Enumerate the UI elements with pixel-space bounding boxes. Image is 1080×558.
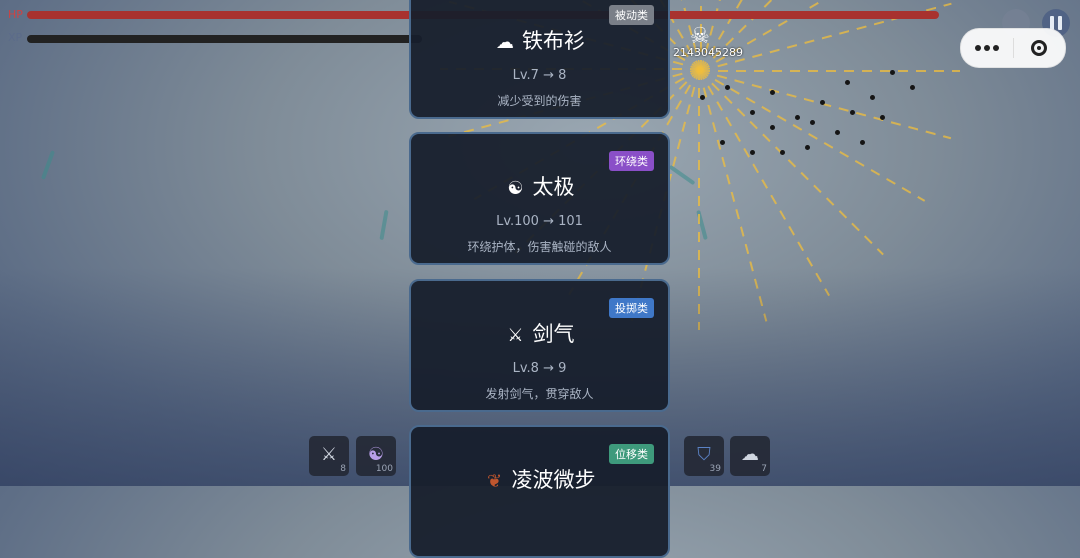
card-description: 发射剑气，贯穿敌人 xyxy=(485,387,594,401)
yin-yang-icon: ☯ xyxy=(367,444,385,465)
card-category-tag: 被动类 xyxy=(609,5,654,25)
skill-level: 7 xyxy=(761,464,767,474)
card-title: ☯ 太极 xyxy=(411,171,668,201)
target-circle-icon xyxy=(1031,40,1048,56)
cloud-icon: ☁ xyxy=(496,32,514,53)
skill-slot[interactable]: ⛉ 39 xyxy=(684,436,724,476)
damage-number: 2143045289 xyxy=(673,46,743,59)
card-level: Lv.7 → 8 xyxy=(512,68,567,83)
card-category-tag: 投掷类 xyxy=(609,298,654,318)
card-title: ☁ 铁布衫 xyxy=(496,29,585,53)
card-title: ❦ 凌波微步 xyxy=(411,464,668,494)
card-level: Lv.8 → 9 xyxy=(512,361,567,376)
yin-yang-icon: ☯ xyxy=(507,178,524,199)
close-button[interactable] xyxy=(1014,29,1066,67)
crossed-swords-icon: ⚔ xyxy=(507,325,524,346)
skill-slot[interactable]: ☁ 7 xyxy=(730,436,770,476)
upgrade-card-taiji[interactable]: 环绕类 ☯ 太极 Lv.100 → 101 环绕护体，伤害触碰的敌人 xyxy=(409,132,670,265)
hp-label: HP xyxy=(8,8,23,21)
skill-slot[interactable]: ☯ 100 xyxy=(356,436,396,476)
card-description: 减少受到的伤害 xyxy=(497,94,582,108)
more-dots-icon xyxy=(974,45,999,51)
skill-slot[interactable]: ⚔ 8 xyxy=(309,436,349,476)
xp-label: XP xyxy=(8,31,23,44)
upgrade-card-iron-shirt[interactable]: 被动类 ☁ 铁布衫 Lv.7 → 8 减少受到的伤害 xyxy=(409,0,670,119)
shield-icon: ⛉ xyxy=(697,444,711,465)
card-category-tag: 环绕类 xyxy=(609,151,654,171)
crossed-swords-icon: ⚔ xyxy=(320,444,338,465)
card-description: 环绕护体，伤害触碰的敌人 xyxy=(467,240,612,254)
skill-level: 8 xyxy=(340,464,346,474)
card-level: Lv.100 → 101 xyxy=(496,214,583,229)
card-title: ⚔ 剑气 xyxy=(411,318,668,348)
skill-level: 39 xyxy=(709,464,721,474)
cloud-icon: ☁ xyxy=(741,444,759,465)
miniprogram-capsule xyxy=(960,28,1066,68)
more-button[interactable] xyxy=(961,29,1013,67)
upgrade-card-lingbo-weibu[interactable]: 位移类 ❦ 凌波微步 xyxy=(409,425,670,558)
footprints-icon: ❦ xyxy=(486,471,503,492)
upgrade-card-sword-qi[interactable]: 投掷类 ⚔ 剑气 Lv.8 → 9 发射剑气，贯穿敌人 xyxy=(409,279,670,412)
card-category-tag: 位移类 xyxy=(609,444,654,464)
xp-bar xyxy=(27,35,422,43)
skill-level: 100 xyxy=(375,464,393,474)
